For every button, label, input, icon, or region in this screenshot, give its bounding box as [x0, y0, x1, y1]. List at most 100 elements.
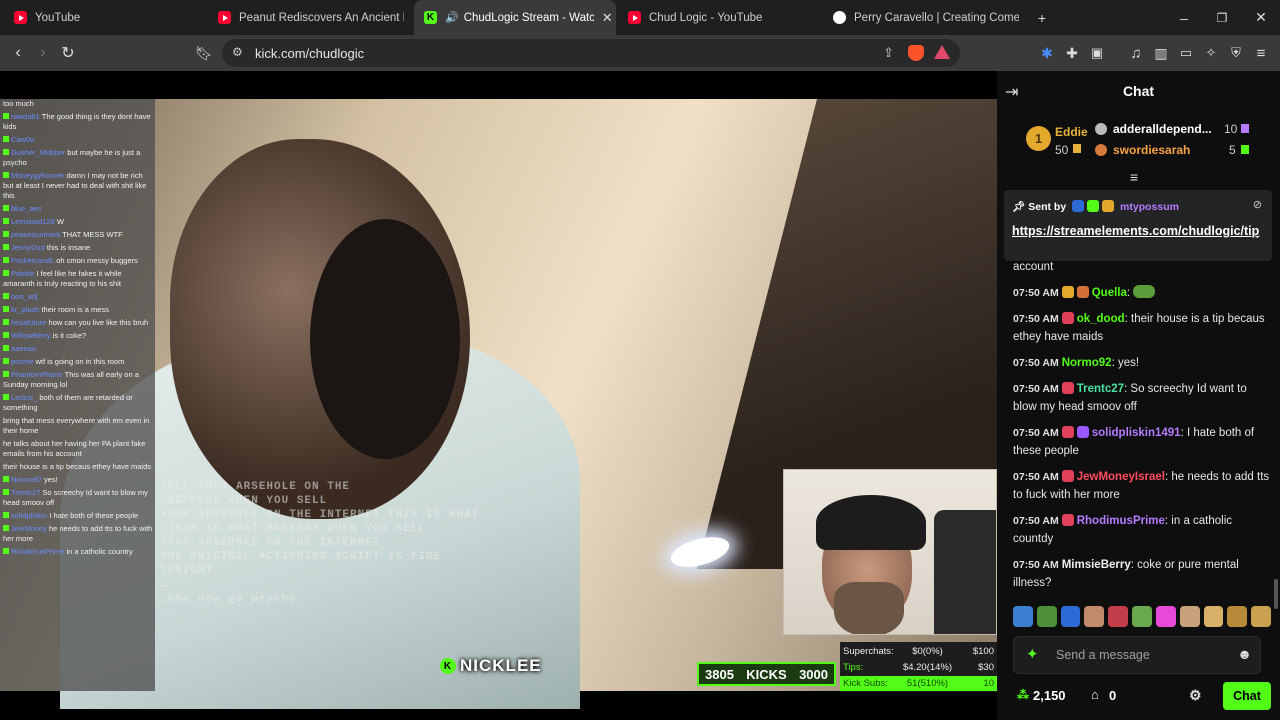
restore-button[interactable]: ❐ [1204, 0, 1240, 35]
message-time: 07:50 AM [1013, 383, 1059, 395]
wallet-icon[interactable]: ▭ [1176, 43, 1196, 63]
leo-ai-icon[interactable]: ✧ [1201, 43, 1221, 63]
back-icon[interactable]: ‹ [8, 43, 28, 63]
tab-chudlogic-stream[interactable]: K 🔊 ChudLogic Stream - Watch Li ✕ [414, 0, 616, 35]
vpn-icon[interactable]: ✱ [1037, 43, 1057, 63]
message-username[interactable]: Trentc27 [1077, 383, 1124, 395]
emote-icon[interactable] [1132, 606, 1152, 627]
emote-icon[interactable] [1013, 606, 1033, 627]
leader-name[interactable]: swordiesarah [1113, 143, 1190, 157]
video-subject-hair [310, 219, 460, 459]
tab-youtube[interactable]: YouTube [14, 0, 204, 35]
new-tab-button[interactable]: + [1024, 0, 1060, 35]
overlay-chat-line: JennyDud this is insane [0, 243, 155, 253]
pinned-sent-by: 📌︎ Sent by mtypossum [1012, 200, 1179, 213]
vpn-shield-icon[interactable]: ⛨ [1226, 43, 1246, 63]
user-badge-icon [1061, 426, 1074, 438]
chat-message: 07:50 AM JewMoneyIsrael: he needs to add … [1013, 468, 1271, 504]
shop-icon[interactable]: ⌂ [1091, 687, 1099, 702]
emote-icon[interactable] [1036, 606, 1057, 627]
watermark-text: NICKLEE [460, 656, 542, 675]
message-text: yes! [1117, 357, 1140, 369]
brave-shields-icon[interactable] [908, 45, 924, 61]
brave-rewards-icon[interactable] [934, 45, 950, 59]
chevron-down-icon[interactable]: ⌄ [1253, 228, 1262, 241]
badge-icon [1102, 200, 1115, 212]
overlay-chat-text: wtf is going on in this room [35, 357, 125, 366]
overlay-chat-text: their house is a tip becaus ethey have m… [3, 462, 152, 471]
overlay-chat-line: Moneygyhoover damn I may not be rich but… [0, 171, 155, 201]
webcam-hat [816, 495, 926, 550]
sidebar-icon[interactable]: ▥ [1151, 43, 1171, 63]
settings-gear-icon[interactable]: ⚙ [1189, 687, 1202, 704]
emote-icon[interactable] [1251, 606, 1271, 627]
emote-icon[interactable] [1084, 606, 1105, 627]
pinned-link[interactable]: https://streamelements.com/chudlogic/tip [1012, 223, 1259, 240]
expand-pinned-icon[interactable]: ≡ [1130, 169, 1138, 185]
message-time: 07:50 AM [1013, 515, 1059, 527]
send-chat-button[interactable]: Chat [1223, 682, 1271, 710]
emote-icon[interactable] [1060, 606, 1081, 627]
site-info-icon[interactable]: ⚙ [232, 45, 243, 59]
share-icon[interactable]: ⇪ [883, 45, 894, 61]
webcam-beard [834, 582, 904, 634]
chat-message: 07:50 AM MimsieBerry: coke or pure mental… [1013, 556, 1271, 592]
overlay-chat-line: bring that mess everywhere with em even … [0, 416, 155, 436]
leader-name[interactable]: Eddie [1055, 125, 1088, 139]
emote-icon[interactable] [1108, 606, 1129, 627]
chat-message-input[interactable]: ✦ Send a message ☻ [1013, 636, 1261, 674]
overlay-chat-user: blue_aes [11, 204, 42, 213]
message-username[interactable]: Normo92 [1062, 357, 1112, 369]
forward-icon[interactable]: › [33, 43, 53, 63]
minimize-button[interactable]: – [1166, 0, 1202, 35]
bookmark-icon[interactable]: 🔖︎ [194, 43, 214, 63]
overlay-chat-user: JewMoney [11, 524, 47, 533]
gift-icon [1241, 145, 1249, 154]
badge-icon [3, 172, 9, 178]
tab-title: Chud Logic - YouTube [649, 11, 763, 24]
ghost-text-line: YOUR ARSEHOLE ON THE INTERNET [160, 537, 381, 549]
tab-chud-logic-youtube[interactable]: Chud Logic - YouTube [628, 0, 818, 35]
reload-icon[interactable]: ↻ [58, 43, 78, 63]
overlay-chat-line: solidpliskin I hate both of these people [0, 511, 155, 521]
sparkle-icon[interactable]: ✦ [1026, 645, 1039, 663]
chat-scrollbar[interactable] [1274, 579, 1278, 609]
extensions-icon[interactable]: ✚ [1062, 43, 1082, 63]
message-time: 07:50 AM [1013, 313, 1059, 325]
stat-value: 51(510%) [906, 678, 949, 689]
overlay-chat-text: in a catholic country [66, 547, 133, 556]
emoji-icon[interactable]: ☻ [1237, 646, 1252, 662]
overlay-chat-line: ooo_adj [0, 292, 155, 302]
close-window-button[interactable]: ✕ [1243, 0, 1279, 35]
menu-icon[interactable]: ≡ [1251, 43, 1271, 63]
unpin-icon[interactable]: ⊘ [1253, 198, 1262, 211]
video-player[interactable]: too much rawdab1 The good thing is they d… [0, 71, 997, 720]
message-username[interactable]: RhodimusPrime [1077, 515, 1165, 527]
emote-icon[interactable] [1155, 606, 1176, 627]
emote-icon[interactable] [1227, 606, 1248, 627]
sent-by-label: Sent by [1028, 201, 1067, 213]
message-username[interactable]: MimsieBerry [1062, 559, 1131, 571]
message-username[interactable]: solidpliskin1491 [1092, 427, 1181, 439]
tab-perry-caravello[interactable]: Perry Caravello | Creating Comedy, V [833, 0, 1023, 35]
pinned-user[interactable]: mtypossum [1120, 201, 1179, 213]
overlay-chat-text: yes! [43, 475, 58, 484]
tab-peanut[interactable]: Peanut Rediscovers An Ancient Lost T [218, 0, 408, 35]
message-username[interactable]: JewMoneyIsrael [1077, 471, 1165, 483]
stat-label: Kick Subs: [843, 678, 888, 689]
message-time: 07:50 AM [1013, 471, 1059, 483]
kick-logo-icon: K [440, 658, 456, 674]
message-username[interactable]: Quella [1092, 287, 1127, 299]
emote-icon[interactable] [1179, 606, 1200, 627]
close-tab-icon[interactable]: ✕ [602, 10, 613, 26]
points-value[interactable]: 2,150 [1033, 688, 1066, 703]
message-username[interactable]: ok_dood [1077, 313, 1125, 325]
leader-name[interactable]: adderalldepend... [1113, 122, 1212, 136]
music-icon[interactable]: ♫ [1126, 43, 1146, 63]
user-badge-icon [1061, 312, 1074, 324]
reader-icon[interactable]: ▣ [1087, 43, 1107, 63]
emote-icon[interactable] [1203, 606, 1224, 627]
input-placeholder: Send a message [1056, 648, 1150, 662]
address-bar[interactable]: ⚙ kick.com/chudlogic ⇪ [222, 39, 960, 67]
overlay-chat-line: Lemonad128 W [0, 217, 155, 227]
